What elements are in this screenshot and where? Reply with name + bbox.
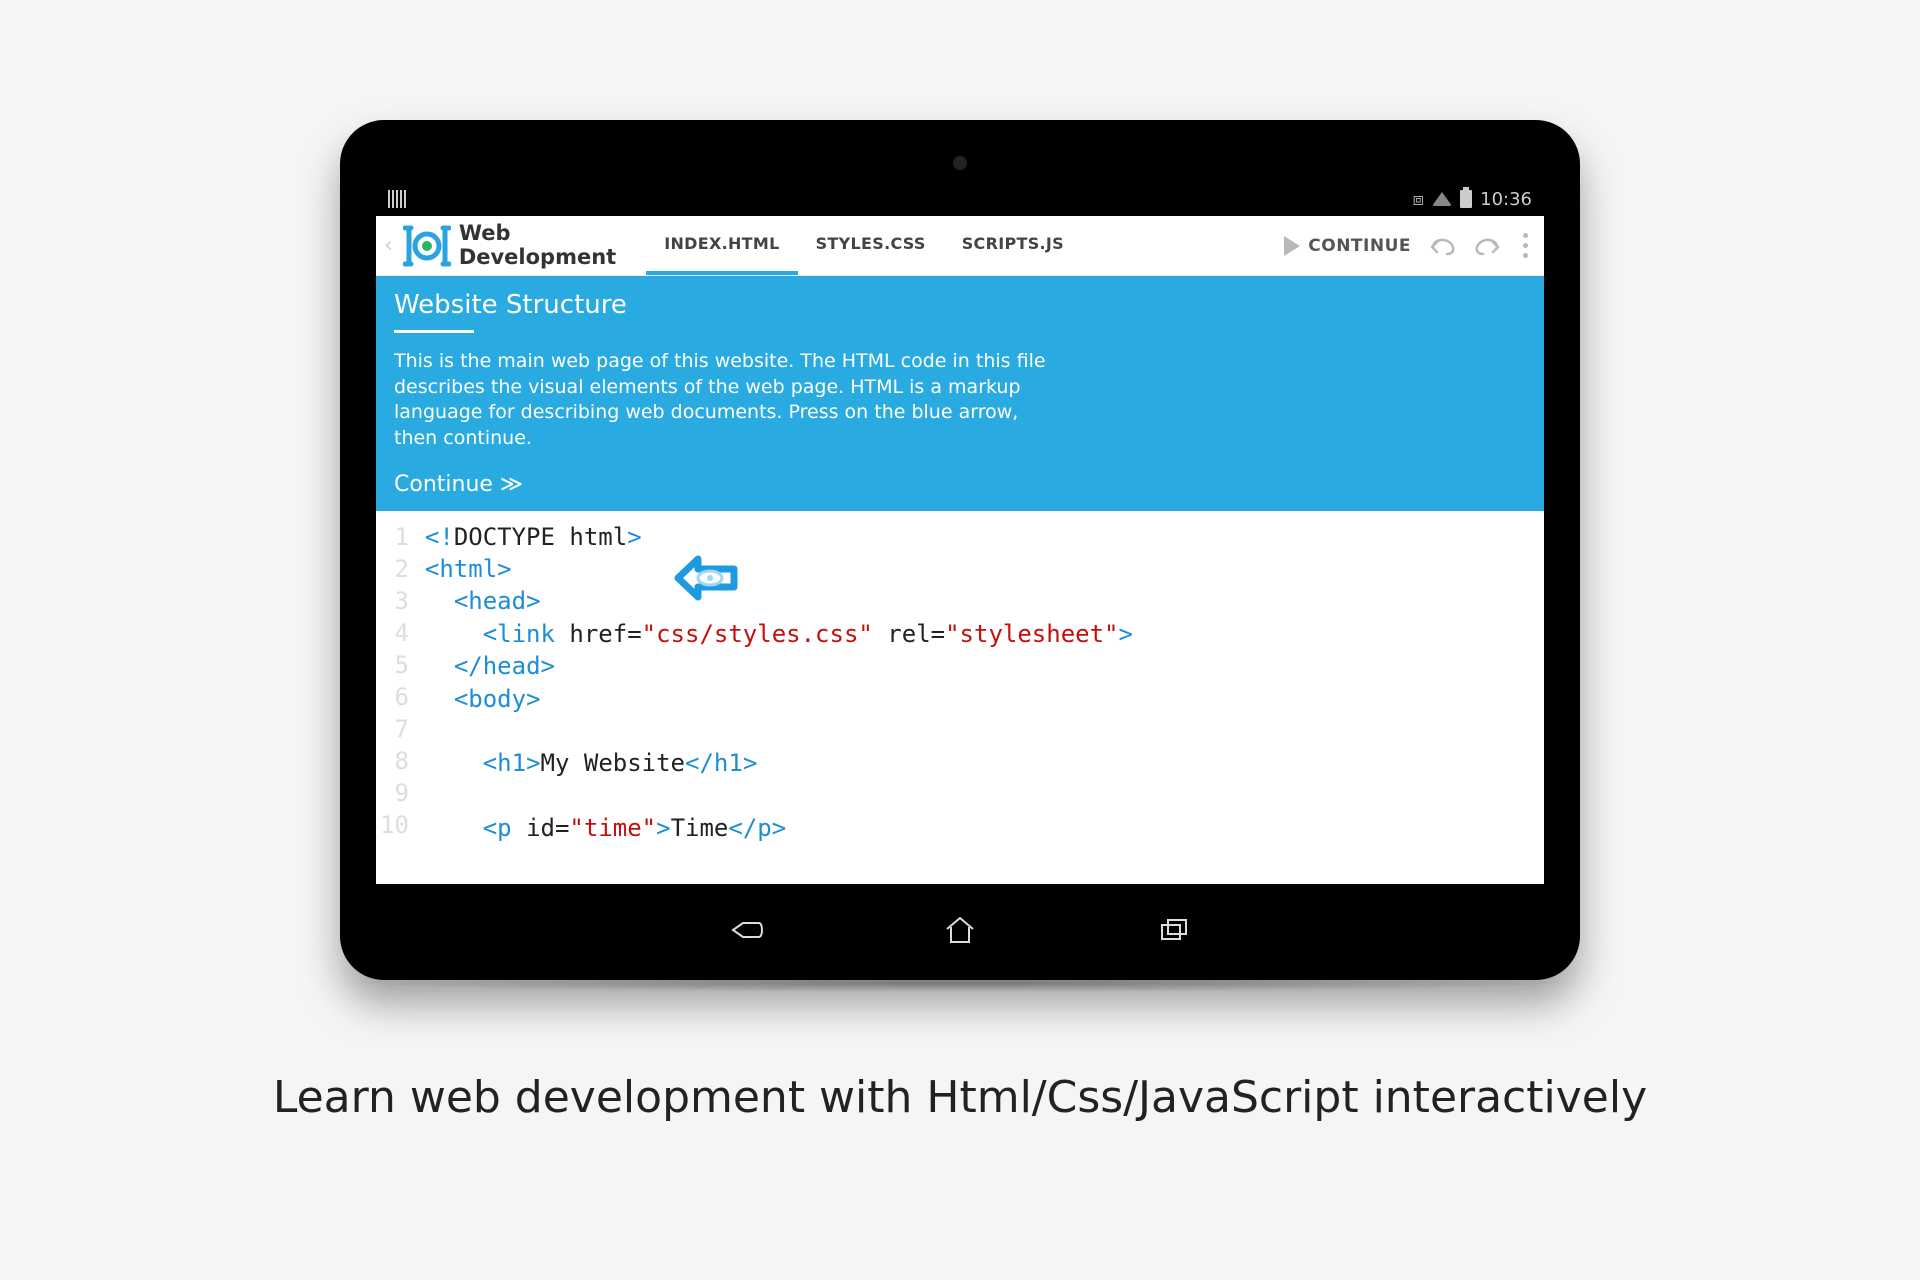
tab-styles-css[interactable]: STYLES.CSS: [798, 216, 944, 275]
app-toolbar: ‹ Web Development INDEX.HTML STYLES.CSS …: [376, 216, 1544, 276]
tab-scripts-js[interactable]: SCRIPTS.JS: [944, 216, 1082, 275]
file-tabs: INDEX.HTML STYLES.CSS SCRIPTS.JS: [646, 216, 1082, 275]
line-number-gutter: 12345678910: [376, 511, 415, 884]
tab-index-html[interactable]: INDEX.HTML: [646, 216, 797, 275]
menu-stripes-icon: [388, 190, 406, 208]
bluetooth-icon: ⧈: [1413, 189, 1424, 210]
lesson-body-text: This is the main web page of this websit…: [394, 349, 1054, 452]
play-icon: [1284, 236, 1300, 256]
hint-arrow-icon[interactable]: [530, 523, 594, 569]
code-editor[interactable]: 12345678910 <!DOCTYPE html> <html> <head…: [376, 511, 1544, 884]
tablet-frame: ⧈ 10:36 ‹ Web Development INDEX.HTML STY…: [340, 120, 1580, 980]
lesson-continue-link[interactable]: Continue ≫: [394, 472, 1526, 497]
app-title-line2: Development: [459, 246, 616, 269]
app-title: Web Development: [459, 222, 616, 268]
android-nav-bar: [376, 900, 1544, 960]
marketing-caption: Learn web development with Html/Css/Java…: [273, 1072, 1647, 1123]
nav-back-icon[interactable]: [729, 913, 763, 947]
overflow-menu-button[interactable]: [1507, 233, 1544, 258]
app-logo-icon[interactable]: [403, 222, 451, 270]
nav-recents-icon[interactable]: [1157, 913, 1191, 947]
code-source[interactable]: <!DOCTYPE html> <html> <head> <link href…: [415, 511, 1133, 884]
continue-button-label: CONTINUE: [1308, 236, 1411, 256]
undo-button[interactable]: [1423, 225, 1465, 267]
lesson-panel: Website Structure This is the main web p…: [376, 276, 1544, 511]
status-time: 10:36: [1480, 189, 1532, 210]
back-chevron-icon[interactable]: ‹: [376, 233, 395, 258]
tablet-screen: ⧈ 10:36 ‹ Web Development INDEX.HTML STY…: [376, 182, 1544, 884]
nav-home-icon[interactable]: [943, 913, 977, 947]
lesson-title-underline: [394, 330, 474, 333]
android-status-bar: ⧈ 10:36: [376, 182, 1544, 216]
app-title-line1: Web: [459, 222, 616, 245]
lesson-title: Website Structure: [394, 290, 1526, 320]
redo-button[interactable]: [1465, 225, 1507, 267]
continue-button[interactable]: CONTINUE: [1272, 236, 1423, 256]
wifi-icon: [1432, 192, 1452, 206]
battery-icon: [1460, 190, 1472, 208]
